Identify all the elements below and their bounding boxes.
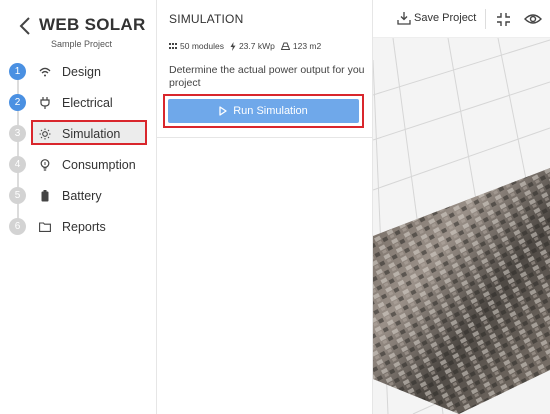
power-value: 23.7 kWp [238,41,275,51]
back-chevron-icon[interactable] [15,14,35,38]
power-stat: 23.7 kWp [230,41,275,51]
folder-icon [38,220,52,234]
grid-icon [169,42,177,49]
project-name: Sample Project [51,39,113,49]
step-design[interactable]: 1 Design [0,58,157,86]
modules-count: 50 modules [180,41,224,51]
panel-divider [157,137,373,138]
brand-header: WEB SOLAR Sample Project [0,0,157,56]
step-label: Battery [62,189,102,203]
map-toolbar: Save Project [373,0,550,38]
step-number: 3 [9,125,26,142]
bolt-icon [230,41,236,51]
map-view[interactable] [373,0,550,414]
sun-icon [38,127,52,141]
save-project-button[interactable]: Save Project [397,11,476,25]
step-number: 4 [9,156,26,173]
aerial-map-image [373,0,550,414]
modules-stat: 50 modules [169,41,224,51]
step-battery[interactable]: 5 Battery [0,182,157,210]
run-simulation-button[interactable]: Run Simulation [168,99,359,123]
step-consumption[interactable]: 4 Consumption [0,151,157,179]
app: WEB SOLAR Sample Project 1 Design 2 Elec… [0,0,550,414]
eye-icon[interactable] [524,11,542,27]
step-label: Electrical [62,96,113,110]
step-label: Design [62,65,101,79]
app-title: WEB SOLAR [39,15,146,34]
area-value: 123 m2 [292,41,322,51]
simulation-panel: SIMULATION 50 modules 23.7 kWp 123 m2 De… [157,0,373,414]
play-icon [219,106,227,116]
step-number: 6 [9,218,26,235]
sidebar: WEB SOLAR Sample Project 1 Design 2 Elec… [0,0,157,414]
step-number: 1 [9,63,26,80]
step-electrical[interactable]: 2 Electrical [0,89,157,117]
step-reports[interactable]: 6 Reports [0,213,157,241]
panel-title: SIMULATION [169,12,244,26]
run-button-highlight: Run Simulation [163,94,364,128]
area-icon [280,42,290,50]
step-label: Consumption [62,158,136,172]
step-simulation[interactable]: 3 Simulation [0,120,157,148]
wifi-icon [38,65,52,79]
step-number: 5 [9,187,26,204]
bulb-icon [38,158,52,172]
step-label: Simulation [62,127,121,141]
step-number: 2 [9,94,26,111]
run-simulation-label: Run Simulation [233,105,308,117]
step-label: Reports [62,220,106,234]
panel-description: Determine the actual power output for yo… [169,64,365,89]
download-icon [397,12,411,25]
fullscreen-icon[interactable] [496,12,511,27]
save-project-label: Save Project [414,12,477,24]
project-stats: 50 modules 23.7 kWp 123 m2 [169,41,321,51]
battery-icon [38,189,52,203]
plug-icon [38,96,52,110]
toolbar-divider [485,9,486,29]
area-stat: 123 m2 [280,41,322,51]
